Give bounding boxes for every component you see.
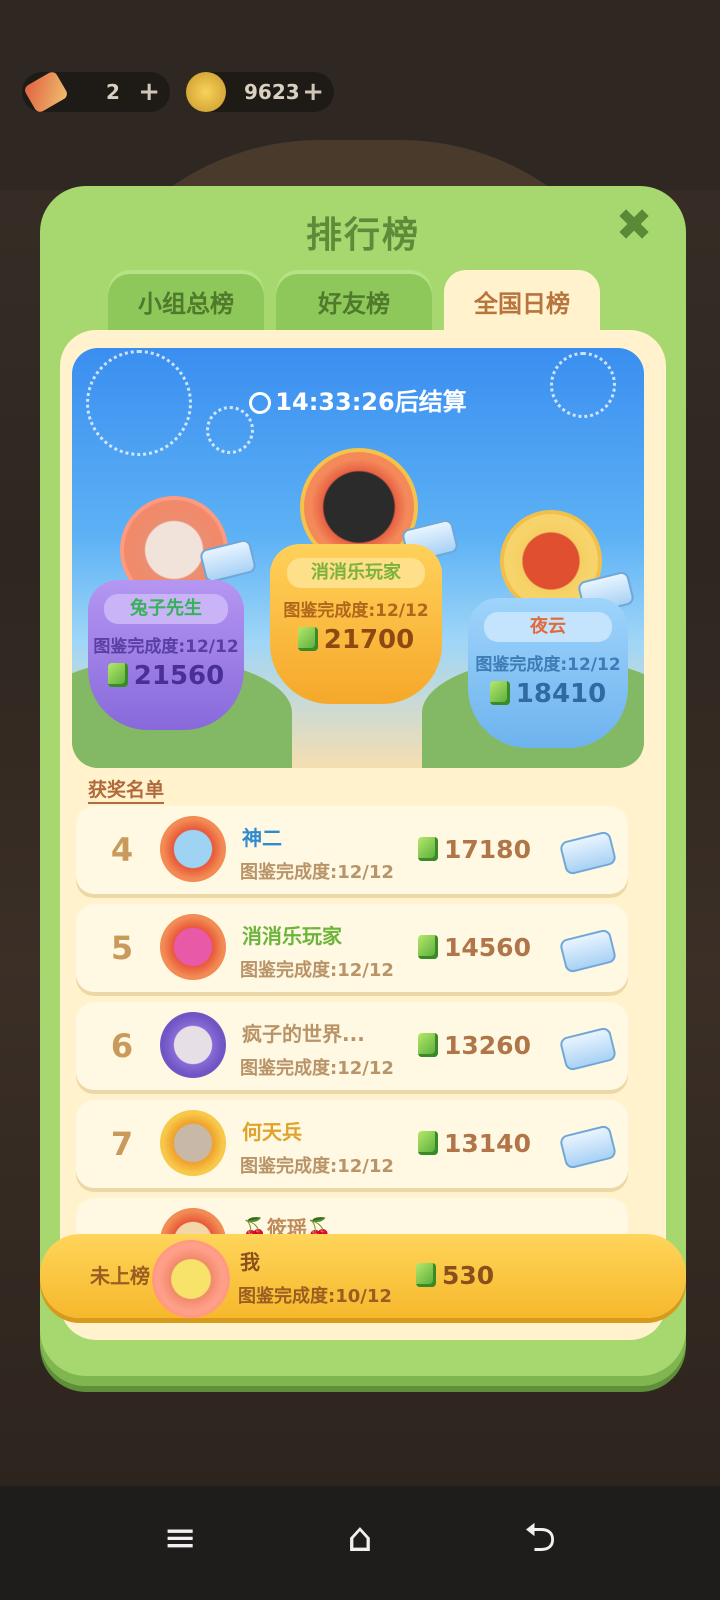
- player-name: 消消乐玩家: [242, 924, 342, 948]
- my-progress: 图鉴完成度:10/12: [238, 1286, 392, 1307]
- podium-progress: 图鉴完成度:12/12: [93, 637, 239, 657]
- gem-icon: [297, 627, 318, 651]
- player-progress: 图鉴完成度:12/12: [240, 1058, 394, 1079]
- avatar: [160, 816, 226, 882]
- tab-national-daily[interactable]: 全国日榜: [444, 270, 600, 334]
- my-avatar: [152, 1240, 230, 1318]
- podium-name: 兔子先生: [103, 594, 229, 624]
- gem-icon: [418, 1131, 438, 1155]
- clock-icon: [249, 392, 272, 414]
- chest-icon: [558, 830, 618, 876]
- system-navigation-bar: ≡ ⌂ ⮌: [0, 1486, 720, 1600]
- coin-count: 9623: [244, 80, 300, 104]
- player-name: 疯子的世界...: [242, 1022, 365, 1046]
- chest-icon: [558, 1124, 618, 1170]
- my-score: 530: [416, 1234, 494, 1318]
- rank-number: 6: [110, 1027, 134, 1065]
- timer-text: 14:33:26后结算: [275, 388, 467, 416]
- player-score: 17180: [418, 806, 531, 894]
- player-progress: 图鉴完成度:12/12: [240, 1156, 394, 1177]
- rocket-icon: [22, 70, 70, 114]
- list-item[interactable]: 5 消消乐玩家 图鉴完成度:12/12 14560: [76, 904, 628, 992]
- gem-icon: [418, 935, 438, 959]
- add-coin-button[interactable]: +: [302, 77, 324, 107]
- list-item[interactable]: 4 神二 图鉴完成度:12/12 17180: [76, 806, 628, 894]
- coin-counter: 9623 +: [186, 72, 334, 112]
- player-score: 13140: [418, 1100, 531, 1188]
- rank-number: 4: [110, 831, 134, 869]
- settlement-timer: 14:33:26后结算: [72, 382, 644, 417]
- rank-number: 5: [110, 929, 134, 967]
- avatar: [160, 1012, 226, 1078]
- coin-icon: [186, 72, 226, 112]
- gem-icon: [416, 1263, 436, 1287]
- panel-title: 排行榜: [305, 215, 420, 256]
- tab-group-total[interactable]: 小组总榜: [108, 270, 264, 334]
- gem-icon: [418, 837, 438, 861]
- player-name: 神二: [242, 826, 282, 850]
- player-score: 13260: [418, 1002, 531, 1090]
- avatar: [160, 1110, 226, 1176]
- winners-list-label: 获奖名单: [88, 775, 165, 804]
- tab-friends[interactable]: 好友榜: [276, 270, 432, 334]
- gem-icon: [418, 1033, 438, 1057]
- podium-name: 夜云: [484, 612, 612, 642]
- podium-progress: 图鉴完成度:12/12: [475, 655, 621, 675]
- add-item-button[interactable]: +: [138, 77, 160, 107]
- player-name: 何天兵: [242, 1120, 302, 1144]
- podium-name: 消消乐玩家: [287, 558, 425, 588]
- chest-icon: [558, 928, 618, 974]
- player-score: 14560: [418, 904, 531, 992]
- my-rank-status: 未上榜: [90, 1264, 150, 1288]
- podium-score: 18410: [468, 679, 628, 709]
- chest-icon: [558, 1026, 618, 1072]
- gem-icon: [489, 681, 510, 705]
- home-button[interactable]: ⌂: [336, 1514, 384, 1562]
- rank-number: 7: [110, 1125, 134, 1163]
- player-progress: 图鉴完成度:12/12: [240, 862, 394, 883]
- back-button[interactable]: ⮌: [516, 1514, 564, 1562]
- podium-rank-2: 兔子先生 图鉴完成度:12/12 21560: [88, 580, 244, 730]
- podium-score: 21560: [88, 661, 244, 691]
- podium-rank-1: 消消乐玩家 图鉴完成度:12/12 21700: [270, 544, 442, 704]
- list-item[interactable]: 7 何天兵 图鉴完成度:12/12 13140: [76, 1100, 628, 1188]
- menu-button[interactable]: ≡: [156, 1514, 204, 1562]
- podium-progress: 图鉴完成度:12/12: [283, 601, 429, 621]
- my-rank-bar[interactable]: 未上榜 我 图鉴完成度:10/12 530: [40, 1234, 686, 1318]
- top-three-banner: 14:33:26后结算 兔子先生 图鉴完成度:12/12 21560 消消乐玩家…: [72, 348, 644, 768]
- player-progress: 图鉴完成度:12/12: [240, 960, 394, 981]
- close-button[interactable]: ✖: [612, 204, 656, 248]
- item-counter: 2 +: [22, 70, 170, 114]
- avatar: [160, 914, 226, 980]
- item-count: 2: [106, 80, 120, 104]
- leaderboard-panel: 排行榜 ✖ 小组总榜 好友榜 全国日榜 14:33:26后结算 兔子先生 图鉴完…: [40, 186, 686, 1386]
- list-item[interactable]: 6 疯子的世界... 图鉴完成度:12/12 13260: [76, 1002, 628, 1090]
- podium-score: 21700: [270, 625, 442, 655]
- my-name: 我: [240, 1250, 260, 1274]
- leaderboard-content: 14:33:26后结算 兔子先生 图鉴完成度:12/12 21560 消消乐玩家…: [60, 330, 666, 1340]
- gem-icon: [107, 663, 128, 687]
- podium-rank-3: 夜云 图鉴完成度:12/12 18410: [468, 598, 628, 748]
